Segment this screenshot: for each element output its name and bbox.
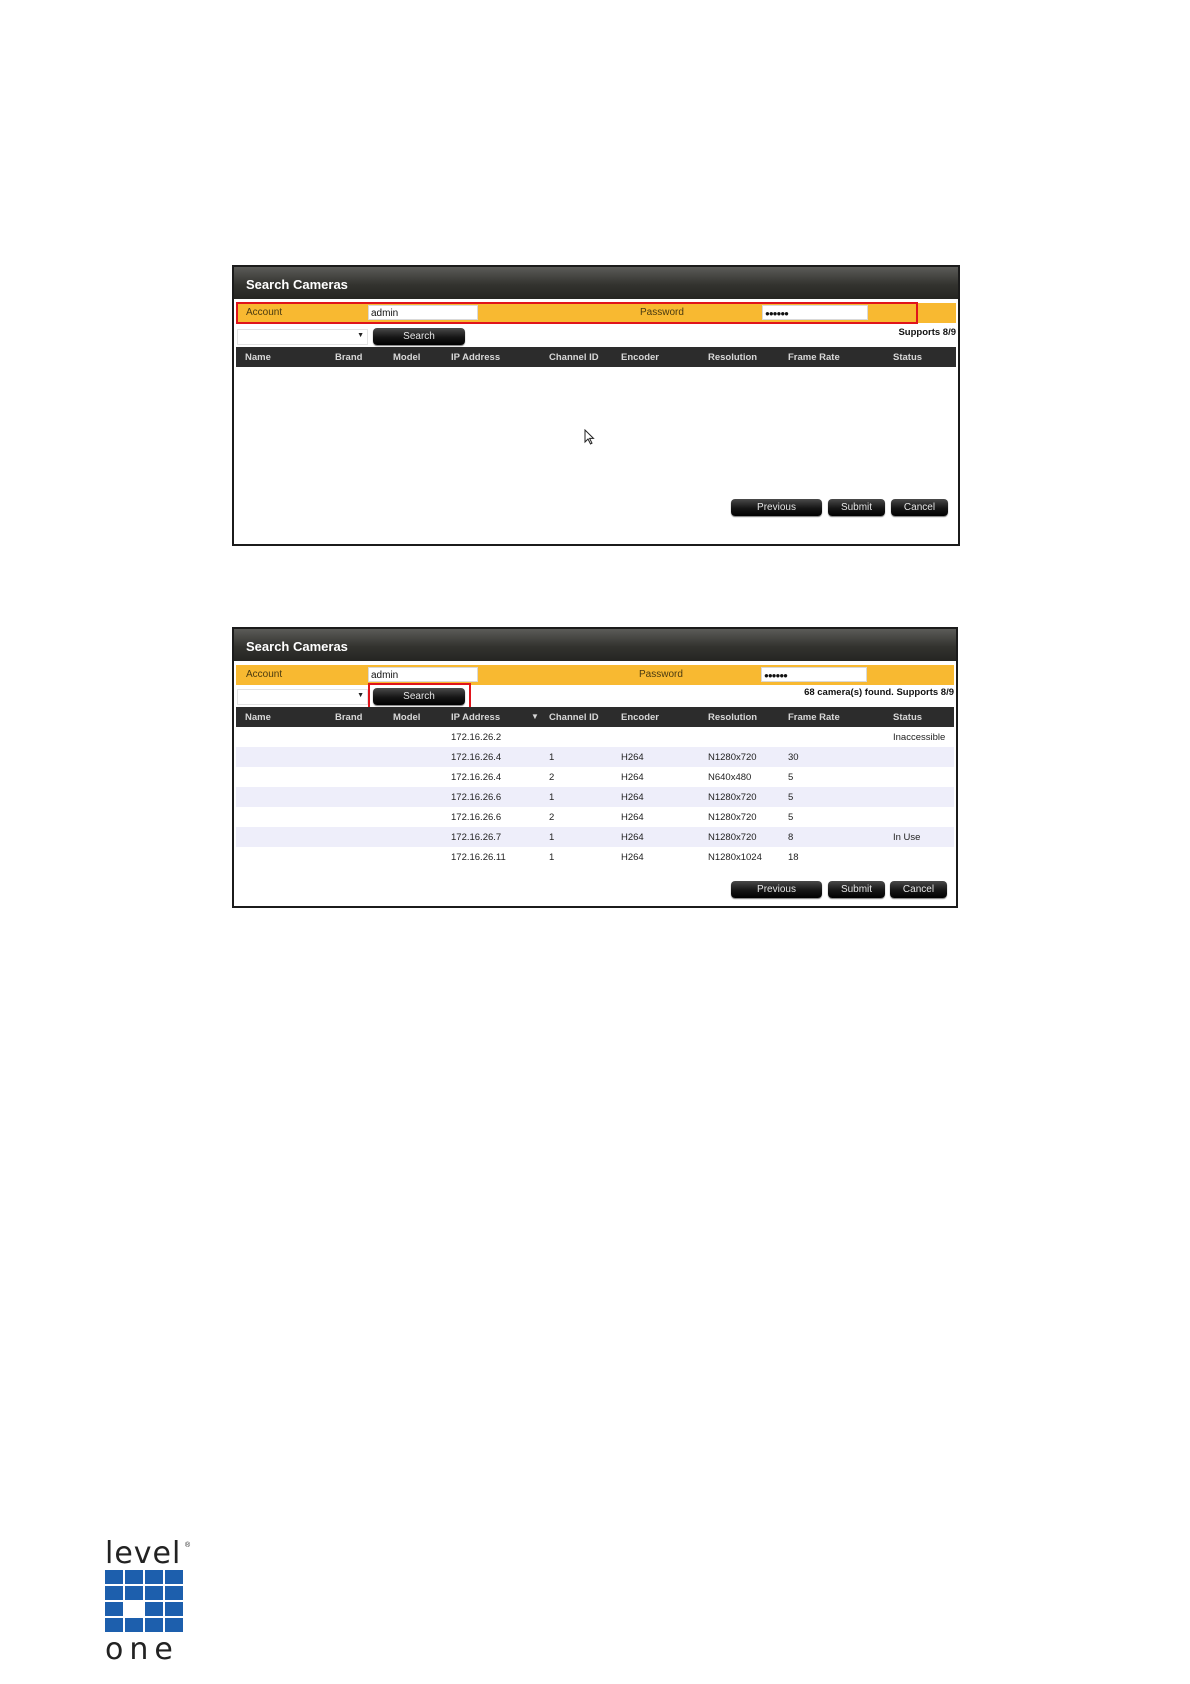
password-input[interactable]: ●●●●●● bbox=[762, 305, 868, 320]
cell-status: Inaccessible bbox=[893, 732, 946, 743]
sort-down-icon[interactable]: ▼ bbox=[531, 712, 539, 721]
cell-channel: 2 bbox=[549, 772, 555, 783]
dialog-title: Search Cameras bbox=[234, 267, 958, 299]
account-input[interactable]: admin bbox=[368, 667, 478, 682]
column-brand[interactable]: Brand bbox=[335, 352, 362, 363]
cancel-button[interactable]: Cancel bbox=[890, 881, 947, 898]
column-model[interactable]: Model bbox=[393, 352, 420, 363]
table-row[interactable]: 172.16.26.6 1 H264 N1280x720 5 bbox=[236, 787, 954, 807]
column-resolution[interactable]: Resolution bbox=[708, 352, 757, 363]
cancel-button[interactable]: Cancel bbox=[891, 499, 948, 516]
cell-channel: 1 bbox=[549, 752, 555, 763]
cell-ip: 172.16.26.7 bbox=[451, 832, 502, 843]
cell-ip: 172.16.26.11 bbox=[451, 852, 506, 863]
cell-frame-rate: 5 bbox=[788, 772, 794, 783]
account-input[interactable]: admin bbox=[368, 305, 478, 320]
table-row[interactable]: 172.16.26.6 2 H264 N1280x720 5 bbox=[236, 807, 954, 827]
chevron-down-icon: ▼ bbox=[357, 692, 364, 699]
cell-channel: 1 bbox=[549, 792, 555, 803]
registered-mark: ® bbox=[185, 1542, 191, 1549]
cell-frame-rate: 5 bbox=[788, 812, 794, 823]
table-row[interactable]: 172.16.26.4 2 H264 N640x480 5 bbox=[236, 767, 954, 787]
cell-frame-rate: 18 bbox=[788, 852, 799, 863]
logo-text-one: one bbox=[105, 1632, 179, 1667]
logo-text-level: level bbox=[105, 1536, 182, 1571]
column-model[interactable]: Model bbox=[393, 712, 420, 723]
cell-channel: 1 bbox=[549, 852, 555, 863]
table-row[interactable]: 172.16.26.11 1 H264 N1280x1024 18 bbox=[236, 847, 954, 867]
cell-encoder: H264 bbox=[621, 832, 644, 843]
column-channel-id[interactable]: Channel ID bbox=[549, 712, 599, 723]
column-ip-address[interactable]: IP Address bbox=[451, 352, 500, 363]
column-status[interactable]: Status bbox=[893, 352, 922, 363]
password-label: Password bbox=[639, 669, 683, 680]
password-input[interactable]: ●●●●●● bbox=[761, 667, 867, 682]
cell-encoder: H264 bbox=[621, 812, 644, 823]
column-frame-rate[interactable]: Frame Rate bbox=[788, 712, 840, 723]
table-row[interactable]: 172.16.26.7 1 H264 N1280x720 8 In Use bbox=[236, 827, 954, 847]
cell-ip: 172.16.26.2 bbox=[451, 732, 502, 743]
search-button[interactable]: Search bbox=[373, 688, 465, 705]
cell-channel: 1 bbox=[549, 832, 555, 843]
table-header: Name Brand Model IP Address ▼ Channel ID… bbox=[236, 707, 954, 727]
column-frame-rate[interactable]: Frame Rate bbox=[788, 352, 840, 363]
logo-grid-icon bbox=[105, 1570, 183, 1634]
account-label: Account bbox=[246, 669, 283, 680]
column-name[interactable]: Name bbox=[245, 352, 271, 363]
cell-resolution: N640x480 bbox=[708, 772, 752, 783]
cell-encoder: H264 bbox=[621, 792, 644, 803]
cell-frame-rate: 5 bbox=[788, 792, 794, 803]
search-cameras-dialog-1: Search Cameras Account admin Password ●●… bbox=[232, 265, 960, 546]
column-encoder[interactable]: Encoder bbox=[621, 352, 659, 363]
cell-encoder: H264 bbox=[621, 772, 644, 783]
cell-encoder: H264 bbox=[621, 852, 644, 863]
account-label: Account bbox=[246, 307, 283, 318]
cell-ip: 172.16.26.6 bbox=[451, 812, 502, 823]
dialog-title: Search Cameras bbox=[234, 629, 956, 661]
chevron-down-icon: ▼ bbox=[357, 332, 364, 339]
column-name[interactable]: Name bbox=[245, 712, 271, 723]
credentials-row: Account admin Password ●●●●●● bbox=[236, 665, 954, 685]
cell-ip: 172.16.26.6 bbox=[451, 792, 502, 803]
table-row[interactable]: 172.16.26.2 Inaccessible bbox=[236, 727, 954, 747]
previous-button[interactable]: Previous bbox=[731, 499, 822, 516]
cell-ip: 172.16.26.4 bbox=[451, 772, 502, 783]
submit-button[interactable]: Submit bbox=[828, 881, 885, 898]
cell-ip: 172.16.26.4 bbox=[451, 752, 502, 763]
column-status[interactable]: Status bbox=[893, 712, 922, 723]
password-label: Password bbox=[640, 307, 684, 318]
brand-select[interactable]: ▼ bbox=[237, 689, 368, 705]
cell-frame-rate: 30 bbox=[788, 752, 799, 763]
cell-channel: 2 bbox=[549, 812, 555, 823]
column-channel-id[interactable]: Channel ID bbox=[549, 352, 599, 363]
cell-frame-rate: 8 bbox=[788, 832, 794, 843]
levelone-logo: level ® one bbox=[105, 1536, 195, 1668]
cell-resolution: N1280x720 bbox=[708, 752, 757, 763]
search-button[interactable]: Search bbox=[373, 328, 465, 345]
table-row[interactable]: 172.16.26.4 1 H264 N1280x720 30 bbox=[236, 747, 954, 767]
column-encoder[interactable]: Encoder bbox=[621, 712, 659, 723]
previous-button[interactable]: Previous bbox=[731, 881, 822, 898]
column-ip-address[interactable]: IP Address bbox=[451, 712, 500, 723]
submit-button[interactable]: Submit bbox=[828, 499, 885, 516]
cell-encoder: H264 bbox=[621, 752, 644, 763]
cell-resolution: N1280x720 bbox=[708, 832, 757, 843]
column-brand[interactable]: Brand bbox=[335, 712, 362, 723]
cell-resolution: N1280x1024 bbox=[708, 852, 762, 863]
cell-status: In Use bbox=[893, 832, 921, 843]
cell-resolution: N1280x720 bbox=[708, 792, 757, 803]
column-resolution[interactable]: Resolution bbox=[708, 712, 757, 723]
mouse-pointer-icon bbox=[584, 429, 595, 445]
credentials-row: Account admin Password ●●●●●● bbox=[236, 303, 956, 323]
supports-status: Supports 8/9 bbox=[898, 327, 956, 338]
cell-resolution: N1280x720 bbox=[708, 812, 757, 823]
brand-select[interactable]: ▼ bbox=[237, 329, 368, 345]
table-header: Name Brand Model IP Address Channel ID E… bbox=[236, 347, 956, 367]
found-status: 68 camera(s) found. Supports 8/9 bbox=[804, 687, 954, 698]
search-cameras-dialog-2: Search Cameras Account admin Password ●●… bbox=[232, 627, 958, 908]
